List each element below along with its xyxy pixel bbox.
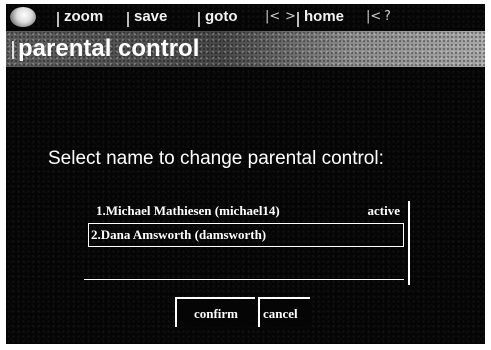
tv-screen: zoom save goto |< > home |< ? parental c… bbox=[6, 4, 485, 344]
toolbar: zoom save goto |< > home |< ? bbox=[6, 4, 485, 30]
page-title: parental control bbox=[18, 35, 200, 62]
user-name: 2.Dana Amsworth (damsworth) bbox=[91, 227, 267, 242]
user-name: 1.Michael Mathiesen (michael14) bbox=[96, 203, 280, 218]
help-icon[interactable]: ? bbox=[384, 8, 391, 26]
goto-button[interactable]: goto bbox=[197, 7, 237, 27]
end-icon[interactable]: |< bbox=[366, 8, 381, 26]
list-border bbox=[84, 279, 404, 280]
title-divider bbox=[12, 41, 14, 59]
back-icon[interactable]: |< bbox=[265, 8, 280, 26]
globe-logo-icon[interactable] bbox=[10, 7, 36, 27]
list-item[interactable]: 1.Michael Mathiesen (michael14) active bbox=[88, 201, 404, 221]
list-item[interactable]: 2.Dana Amsworth (damsworth) bbox=[88, 223, 404, 247]
home-button[interactable]: home bbox=[296, 7, 344, 27]
status-badge: active bbox=[367, 203, 400, 218]
confirm-button[interactable]: confirm bbox=[175, 297, 255, 327]
forward-icon[interactable]: > bbox=[285, 8, 296, 26]
save-button[interactable]: save bbox=[126, 7, 167, 27]
user-list: 1.Michael Mathiesen (michael14) active 2… bbox=[84, 201, 410, 285]
zoom-button[interactable]: zoom bbox=[56, 7, 103, 27]
cancel-button[interactable]: cancel bbox=[258, 297, 310, 327]
list-border bbox=[408, 201, 410, 285]
title-bar: parental control bbox=[6, 31, 485, 67]
instruction-text: Select name to change parental control: bbox=[48, 148, 384, 169]
